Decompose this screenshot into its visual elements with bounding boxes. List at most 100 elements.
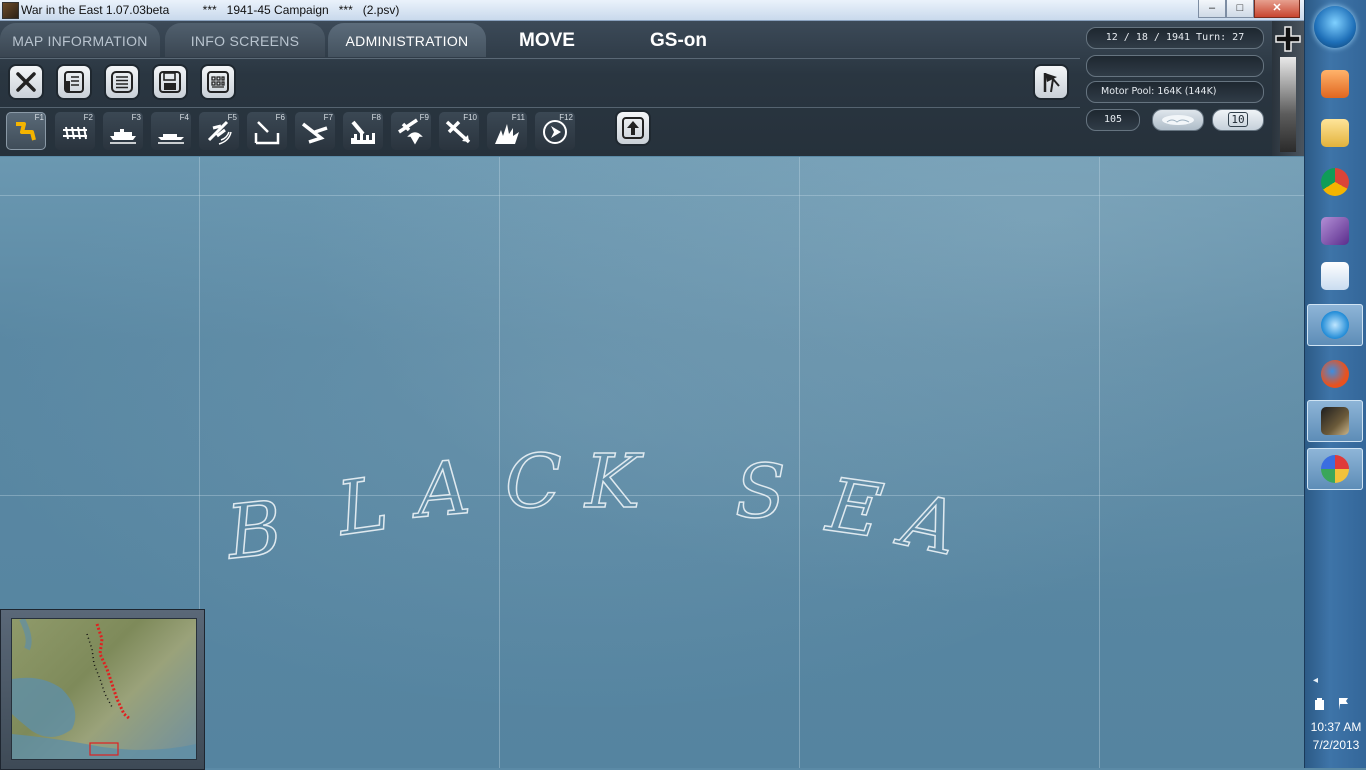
move-mode-icon bbox=[16, 122, 36, 141]
capital-indicator[interactable]: 10 bbox=[1212, 109, 1264, 131]
command-airbase-button[interactable]: F6 bbox=[247, 112, 287, 150]
report-icon bbox=[64, 71, 84, 93]
command-city-bomb-button[interactable]: F8 bbox=[343, 112, 383, 150]
grid-icon bbox=[207, 71, 229, 93]
sea-label-letter: C bbox=[505, 439, 562, 525]
clock-date[interactable]: 7/2/2013 bbox=[1305, 738, 1366, 752]
minimap-drawing bbox=[12, 619, 196, 759]
flag-gradient bbox=[1280, 57, 1296, 152]
taskbar-item-media-player[interactable] bbox=[1307, 63, 1363, 105]
flag-icon bbox=[1043, 73, 1060, 93]
iron-cross-icon bbox=[1275, 26, 1301, 52]
visual-studio-icon bbox=[1321, 217, 1349, 245]
move-mode-label[interactable]: MOVE bbox=[519, 30, 575, 52]
paint-icon bbox=[1321, 455, 1349, 483]
save-icon bbox=[159, 71, 181, 93]
paradrop-icon bbox=[398, 118, 423, 145]
taskbar-item-chrome[interactable] bbox=[1307, 161, 1363, 203]
show-hidden-icons-button[interactable]: ◂ bbox=[1313, 675, 1318, 686]
taskbar-item-ie[interactable] bbox=[1307, 304, 1363, 346]
window-controls: – □ ✕ bbox=[1198, 0, 1300, 18]
date-turn-display: 12 / 18 / 1941 Turn: 27 bbox=[1086, 27, 1264, 49]
window-title: War in the East 1.07.03beta *** 1941-45 … bbox=[21, 3, 400, 17]
command-air-transfer-button[interactable]: F7 bbox=[295, 112, 335, 150]
taskbar-item-paint[interactable] bbox=[1307, 448, 1363, 490]
taskbar-item-war-in-the-east[interactable] bbox=[1307, 400, 1363, 442]
upload-button[interactable] bbox=[617, 112, 649, 144]
capital-value: 10 bbox=[1228, 112, 1248, 127]
list-button[interactable] bbox=[106, 66, 138, 98]
gs-toggle-label[interactable]: GS-on bbox=[650, 30, 707, 52]
tab-map-information[interactable]: MAP INFORMATION bbox=[0, 23, 160, 57]
snow-icon bbox=[1162, 115, 1194, 125]
close-icon bbox=[16, 72, 36, 92]
minimize-button[interactable]: – bbox=[1198, 0, 1226, 18]
sea-label-letter: A bbox=[889, 476, 965, 572]
command-air-attack-button[interactable]: F10 bbox=[439, 112, 479, 150]
taskbar-item-wordpad[interactable] bbox=[1307, 255, 1363, 297]
command-explosion-button[interactable]: F11 bbox=[487, 112, 527, 150]
end-turn-icon bbox=[543, 120, 567, 144]
ie-icon bbox=[1321, 311, 1349, 339]
start-button[interactable] bbox=[1314, 6, 1356, 48]
sea-label-letter: E bbox=[820, 462, 887, 555]
media-player-icon bbox=[1321, 70, 1349, 98]
window-titlebar: War in the East 1.07.03beta *** 1941-45 … bbox=[0, 0, 1304, 21]
device-icon[interactable] bbox=[1313, 697, 1327, 711]
game-header: MAP INFORMATION INFO SCREENS ADMINISTRAT… bbox=[0, 21, 1304, 156]
chrome-icon bbox=[1321, 168, 1349, 196]
command-move-button[interactable]: F1 bbox=[6, 112, 46, 150]
naval-transport-icon bbox=[110, 129, 136, 144]
report-button[interactable] bbox=[58, 66, 90, 98]
command-rail-button[interactable]: F2 bbox=[55, 112, 95, 150]
list-icon bbox=[111, 71, 133, 93]
air-attack-icon bbox=[445, 120, 471, 144]
command-air-recon-button[interactable]: F5 bbox=[199, 112, 239, 150]
taskbar-item-folder[interactable] bbox=[1307, 112, 1363, 154]
maximize-button[interactable]: □ bbox=[1226, 0, 1254, 18]
windows-taskbar: ◂ 10:37 AM 7/2/2013 bbox=[1304, 0, 1366, 768]
menu-tabs: MAP INFORMATION INFO SCREENS ADMINISTRAT… bbox=[0, 21, 1080, 57]
taskbar-item-visual-studio[interactable] bbox=[1307, 210, 1363, 252]
close-button[interactable] bbox=[10, 66, 42, 98]
explosion-icon bbox=[495, 124, 519, 144]
nation-flag-strip bbox=[1272, 21, 1304, 156]
folder-icon bbox=[1321, 119, 1349, 147]
status-panel: 12 / 18 / 1941 Turn: 27 Motor Pool: 164K… bbox=[1084, 25, 1270, 151]
sea-label-letter: B bbox=[221, 485, 286, 576]
grid-button[interactable] bbox=[202, 66, 234, 98]
sea-label-letter: A bbox=[407, 445, 474, 536]
command-end-turn-button[interactable]: F12 bbox=[535, 112, 575, 150]
command-naval-transport-button[interactable]: F3 bbox=[103, 112, 143, 150]
command-paradrop-button[interactable]: F9 bbox=[391, 112, 431, 150]
app-icon bbox=[2, 2, 19, 19]
clock-time[interactable]: 10:37 AM bbox=[1305, 720, 1366, 734]
command-amphibious-button[interactable]: F4 bbox=[151, 112, 191, 150]
air-transfer-icon bbox=[301, 122, 328, 144]
air-recon-icon bbox=[207, 120, 232, 145]
weather-indicator[interactable] bbox=[1152, 109, 1204, 131]
wordpad-icon bbox=[1321, 262, 1349, 290]
amphibious-icon bbox=[158, 134, 184, 144]
save-button[interactable] bbox=[154, 66, 186, 98]
up-arrow-icon bbox=[622, 117, 644, 139]
counter-display: 105 bbox=[1086, 109, 1140, 131]
sea-label-letter: K bbox=[583, 439, 644, 525]
action-center-flag-icon[interactable] bbox=[1337, 697, 1351, 711]
rail-icon bbox=[63, 126, 87, 140]
firefox-icon bbox=[1321, 360, 1349, 388]
minimap[interactable] bbox=[11, 618, 197, 760]
surrender-flag-button[interactable] bbox=[1035, 66, 1067, 98]
sea-label-letter: S bbox=[735, 449, 786, 535]
minimap-frame bbox=[0, 609, 205, 770]
tab-administration[interactable]: ADMINISTRATION bbox=[328, 23, 486, 57]
system-tray: ◂ 10:37 AM 7/2/2013 bbox=[1305, 670, 1366, 768]
tab-info-screens[interactable]: INFO SCREENS bbox=[165, 23, 325, 57]
admin-toolbar bbox=[0, 58, 1080, 108]
command-toolbar: F1 F2 F3 F4 F5 F6 F7 F8 F9 F10 F11 F12 bbox=[0, 107, 1080, 155]
war-in-the-east-icon bbox=[1321, 407, 1349, 435]
taskbar-item-firefox[interactable] bbox=[1307, 353, 1363, 395]
airbase-icon bbox=[254, 121, 280, 145]
close-window-button[interactable]: ✕ bbox=[1254, 0, 1300, 18]
sea-label-letter: L bbox=[330, 461, 393, 553]
